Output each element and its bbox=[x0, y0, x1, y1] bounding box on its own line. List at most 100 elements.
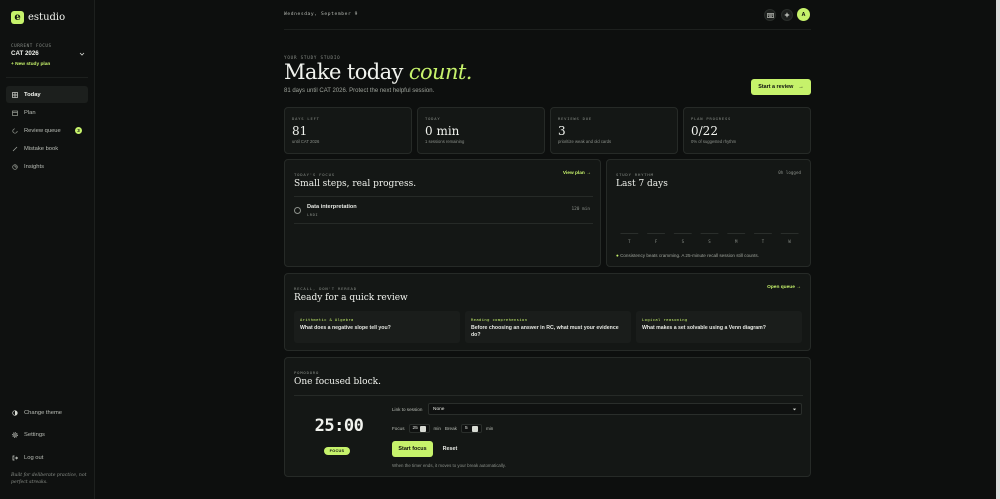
review-question: What does a negative slope tell you? bbox=[300, 325, 391, 331]
sidebar-item-plan[interactable]: Plan bbox=[6, 104, 88, 121]
page-scrollbar[interactable] bbox=[996, 0, 1000, 499]
pomodoro-note: When the timer ends, it moves to your br… bbox=[392, 463, 506, 468]
sidebar-item-mistake-book[interactable]: Mistake book bbox=[6, 140, 88, 157]
arrow-right-icon: → bbox=[798, 84, 804, 90]
focus-duration-label: Focus bbox=[392, 426, 405, 431]
hours-logged: 0h logged bbox=[778, 170, 801, 175]
focus-divider bbox=[294, 196, 593, 197]
sidebar-item-today[interactable]: Today bbox=[6, 86, 88, 103]
avatar[interactable]: A bbox=[797, 8, 810, 21]
sidebar-item-label: Mistake book bbox=[24, 145, 59, 152]
spinner-icon[interactable] bbox=[419, 425, 426, 432]
stat-card-plan-progress: PLAN PROGRESS 0/22 0% of suggested rhyth… bbox=[683, 107, 811, 154]
focus-eyebrow: TODAY'S FOCUS bbox=[294, 172, 335, 177]
review-count-badge: 3 bbox=[75, 127, 82, 134]
review-card[interactable]: Logical reasoning What makes a set solva… bbox=[636, 311, 802, 343]
todays-focus-card: TODAY'S FOCUS Small steps, real progress… bbox=[284, 159, 601, 267]
sidebar-item-insights[interactable]: Insights bbox=[6, 158, 88, 175]
chart-bar bbox=[780, 233, 799, 234]
sidebar-footer-note: Built for deliberate practice, not perfe… bbox=[11, 473, 87, 485]
calendar-icon bbox=[11, 109, 18, 116]
brand-logo[interactable]: e estudio bbox=[11, 11, 65, 24]
view-plan-link[interactable]: View plan → bbox=[563, 171, 591, 176]
rhythm-eyebrow: STUDY RHYTHM bbox=[616, 172, 654, 177]
recall-title: Ready for a quick review bbox=[294, 293, 408, 303]
task-tag: LRDI bbox=[307, 212, 319, 217]
reset-button[interactable]: Reset bbox=[436, 441, 464, 457]
keyboard-button[interactable] bbox=[764, 9, 776, 21]
chart-bar bbox=[727, 233, 746, 234]
link-session-select[interactable]: None bbox=[428, 403, 802, 415]
stat-label: PLAN PROGRESS bbox=[691, 116, 732, 121]
half-circle-icon bbox=[11, 409, 18, 416]
brand-name: estudio bbox=[28, 12, 66, 23]
current-focus-label: CURRENT FOCUS bbox=[11, 43, 52, 48]
change-theme-button[interactable]: Change theme bbox=[6, 404, 88, 421]
pie-icon bbox=[11, 163, 18, 170]
rhythm-chart: TFSSMTW bbox=[620, 233, 799, 244]
start-review-button[interactable]: Start a review → bbox=[751, 79, 811, 95]
sidebar-item-label: Insights bbox=[24, 163, 44, 170]
logout-button[interactable]: Log out bbox=[6, 449, 88, 466]
review-category: Arithmetic & Algebra bbox=[300, 317, 354, 322]
chevron-down-icon bbox=[792, 408, 797, 410]
task-duration: 120 min bbox=[571, 207, 590, 212]
stat-label: DAYS LEFT bbox=[292, 116, 320, 121]
stat-sub: 1 sessions remaining bbox=[425, 139, 465, 144]
recall-eyebrow: RECALL, DON'T REREAD bbox=[294, 286, 357, 291]
current-date: Wednesday, September 9 bbox=[284, 12, 359, 17]
start-review-label: Start a review bbox=[758, 84, 794, 90]
review-category: Logical reasoning bbox=[642, 317, 688, 322]
sidebar-item-label: Plan bbox=[24, 109, 36, 116]
break-duration-input[interactable]: 5 bbox=[460, 424, 482, 433]
chart-bar bbox=[673, 233, 692, 234]
pomodoro-card: POMODORO One focused block. 25:00 FOCUS … bbox=[284, 357, 811, 477]
sidebar-item-review-queue[interactable]: Review queue 3 bbox=[6, 122, 88, 139]
focus-duration-value: 25 bbox=[412, 426, 418, 431]
task-checkbox[interactable] bbox=[294, 207, 301, 214]
stat-value: 3 bbox=[558, 124, 566, 138]
pomodoro-eyebrow: POMODORO bbox=[294, 370, 320, 375]
spinner-icon[interactable] bbox=[471, 425, 478, 432]
break-duration-label: Break bbox=[444, 426, 457, 431]
chart-tick-label: S bbox=[708, 239, 711, 244]
start-focus-button[interactable]: Start focus bbox=[392, 441, 433, 457]
stat-label: TODAY bbox=[425, 116, 441, 121]
open-queue-link[interactable]: Open queue → bbox=[767, 285, 801, 290]
header-divider bbox=[284, 29, 811, 30]
title-main: Make today bbox=[284, 60, 409, 84]
break-unit: min bbox=[485, 426, 494, 431]
new-study-plan-link[interactable]: + New study plan bbox=[11, 62, 50, 67]
task-divider bbox=[294, 223, 593, 224]
break-duration-value: 5 bbox=[464, 426, 468, 431]
keyboard-icon bbox=[766, 12, 774, 18]
focus-unit: min bbox=[433, 426, 441, 431]
rhythm-title: Last 7 days bbox=[616, 179, 668, 189]
gear-icon bbox=[11, 431, 18, 438]
stat-sub: 0% of suggested rhythm bbox=[691, 139, 737, 144]
stat-card-today: TODAY 0 min 1 sessions remaining bbox=[417, 107, 545, 154]
stat-sub: prioritize weak and old cards bbox=[558, 139, 612, 144]
review-card[interactable]: Arithmetic & Algebra What does a negativ… bbox=[294, 311, 460, 343]
title-accent: count. bbox=[408, 60, 473, 84]
review-question: Before choosing an answer in RC, what mu… bbox=[471, 325, 619, 338]
link-session-value: None bbox=[433, 406, 445, 412]
current-focus-select[interactable]: CAT 2026 bbox=[11, 50, 85, 57]
stat-card-reviews-due: REVIEWS DUE 3 prioritize weak and old ca… bbox=[550, 107, 678, 154]
pomodoro-divider bbox=[294, 395, 803, 396]
focus-duration-input[interactable]: 25 bbox=[408, 424, 430, 433]
brand-mark-icon: e bbox=[11, 11, 24, 24]
plus-icon bbox=[784, 12, 790, 18]
study-rhythm-card: STUDY RHYTHM Last 7 days 0h logged T F S S M… bbox=[606, 159, 811, 267]
task-title: Data interpretation bbox=[307, 204, 357, 210]
timer-display: 25:00 bbox=[314, 416, 364, 436]
grid-icon bbox=[11, 91, 18, 98]
chart-tick-label: T bbox=[628, 239, 631, 244]
review-question: What makes a set solvable using a Venn d… bbox=[642, 325, 766, 331]
hero-subtitle: 81 days until CAT 2026. Protect the next… bbox=[284, 88, 435, 94]
review-card[interactable]: Reading comprehension Before choosing an… bbox=[465, 311, 631, 343]
add-button[interactable] bbox=[781, 9, 793, 21]
settings-button[interactable]: Settings bbox=[6, 426, 88, 443]
stat-sub: until CAT 2026 bbox=[292, 139, 320, 144]
logout-icon bbox=[11, 454, 18, 461]
